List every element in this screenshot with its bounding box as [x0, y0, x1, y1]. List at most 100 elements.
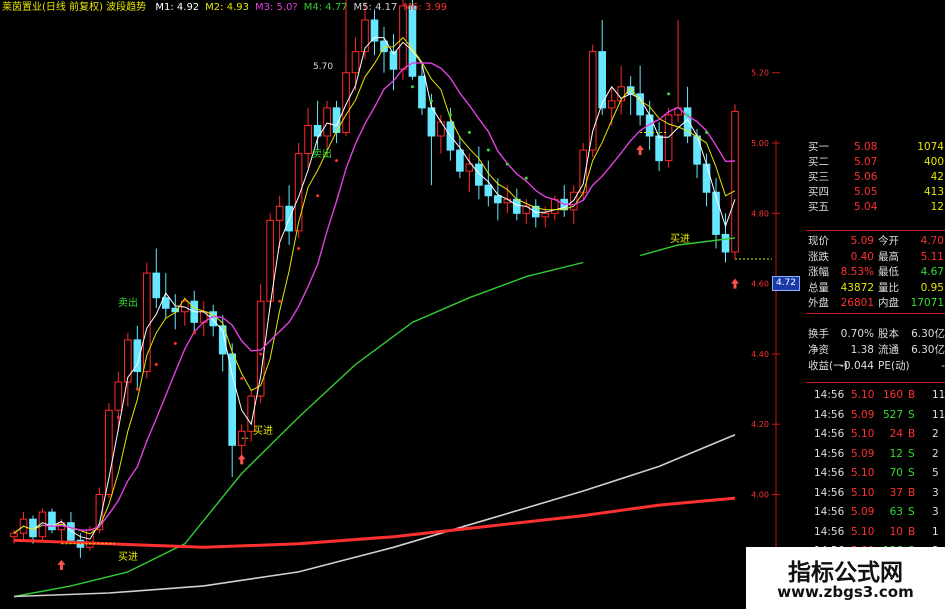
- trend-dot-red: [297, 246, 301, 250]
- buy-arrow-icon: [237, 454, 246, 465]
- tick-volume: 527: [882, 408, 903, 421]
- chart-header: 莱茵置业(日线 前复权) 波段趋势 M1: 4.92 M2: 4.93 M3: 5.…: [2, 1, 459, 15]
- watermark: 指标公式网 www.zbgs3.com: [746, 547, 945, 609]
- candle-down: [380, 40, 388, 53]
- quote-value: 17071: [910, 297, 944, 309]
- quote-label: 量比: [878, 281, 899, 294]
- ma-line-m1: [13, 37, 736, 540]
- candle-up: [351, 51, 360, 74]
- candle-down: [427, 107, 436, 137]
- stat-label: 流通: [878, 344, 899, 356]
- candle-up: [275, 205, 284, 221]
- quote-value: 5.11: [920, 250, 944, 263]
- quote-label: 最高: [878, 250, 899, 263]
- quote-value: 8.53%: [840, 266, 874, 278]
- order-book-label: 买五: [808, 201, 829, 213]
- tick-side: B: [908, 428, 916, 440]
- candle-down: [475, 163, 483, 186]
- candle-down: [408, 5, 417, 77]
- sell-label-1: 卖出: [118, 298, 138, 309]
- stock-title: 莱茵置业(日线 前复权) 波段趋势: [2, 2, 147, 13]
- watermark-title: 指标公式网: [788, 560, 903, 586]
- ma-line-m2: [13, 36, 736, 535]
- trend-dot-green: [467, 130, 471, 134]
- tick-count: 1: [932, 525, 939, 538]
- trend-dot-red: [316, 194, 320, 198]
- tick-volume: 160: [882, 389, 903, 401]
- stat-value: -0.044: [840, 360, 874, 372]
- candle-up: [731, 110, 739, 253]
- candle-up: [342, 72, 350, 133]
- tick-time: 14:56: [814, 389, 845, 401]
- tick-side: B: [908, 486, 916, 499]
- tick-time: 14:56: [814, 486, 845, 499]
- candle-up: [10, 532, 18, 538]
- tick-count: 11: [932, 408, 945, 421]
- quote-label: 今开: [878, 235, 899, 247]
- trend-dot-red: [116, 415, 120, 419]
- tick-time: 14:56: [814, 408, 845, 421]
- quote-value: 0.95: [920, 281, 944, 294]
- trend-dot-green: [705, 130, 709, 134]
- panel-divider: [806, 313, 945, 314]
- quote-value: 26801: [840, 297, 874, 309]
- order-book-label: 买二: [808, 156, 829, 168]
- candle-up: [323, 107, 331, 137]
- order-book-label: 买四: [808, 186, 829, 198]
- order-book-label: 买一: [808, 141, 829, 153]
- quote-value: 43872: [840, 281, 874, 294]
- trend-dot-red: [278, 299, 282, 303]
- candle-down: [494, 195, 502, 204]
- buy-label-3: 买进: [118, 552, 138, 563]
- trend-dot-green: [486, 148, 490, 152]
- order-book-price: 5.04: [854, 201, 878, 213]
- ma-legend: M1: 4.92 M2: 4.93 M3: 5.0? M4: 4.77 M5: 4.17…: [155, 2, 453, 13]
- price-tick-label: 4.80: [751, 209, 769, 218]
- quote-value: 5.09: [850, 235, 874, 247]
- tick-count: 5: [932, 467, 939, 479]
- tick-volume: 24: [889, 428, 903, 440]
- trend-dot-green: [686, 113, 690, 117]
- candle-up: [114, 381, 123, 411]
- price-tick-label: 4.20: [751, 420, 769, 429]
- trend-dot-red: [259, 352, 263, 356]
- sell-label-2: 卖出: [312, 149, 332, 160]
- tick-count: 11: [932, 389, 945, 401]
- ma-legend-item: M1: 4.92: [155, 2, 200, 13]
- stat-value: 6.30亿: [911, 328, 945, 340]
- buy-arrow-icon: [57, 559, 66, 570]
- stat-value: 1.38: [850, 344, 874, 356]
- tick-volume: 37: [889, 486, 903, 499]
- tick-side: S: [908, 467, 915, 479]
- tick-volume: 10: [889, 525, 903, 538]
- ma-legend-item: M3: 5.0?: [254, 2, 298, 13]
- price-tick-label: 5.20: [751, 69, 769, 78]
- order-book-price: 5.05: [854, 186, 878, 198]
- order-book-volume: 400: [923, 156, 944, 168]
- tick-side: B: [908, 525, 916, 538]
- buy-arrow-icon: [731, 278, 739, 289]
- order-book-label: 买三: [808, 171, 829, 183]
- ma-legend-item: M4: 4.77: [303, 2, 348, 13]
- stat-label: PE(动): [878, 360, 910, 372]
- order-book-volume: 1074: [917, 141, 944, 153]
- candle-down: [721, 233, 730, 253]
- tick-side: S: [908, 447, 915, 460]
- tick-time: 14:56: [814, 447, 845, 460]
- tick-time: 14:56: [814, 428, 845, 440]
- trend-dot-red: [154, 362, 158, 366]
- stat-value: 0.70%: [840, 328, 874, 340]
- quote-panel: 买一 5.08 1074 买二 5.07 400 买三 5.06 42 买四 5.05 413 买五 5.…: [776, 0, 945, 609]
- tick-volume: 70: [889, 467, 903, 479]
- quote-label: 最低: [878, 266, 899, 278]
- tick-side: S: [908, 408, 915, 421]
- tick-volume: 63: [889, 506, 903, 518]
- watermark-url: www.zbgs3.com: [777, 583, 914, 601]
- trend-dot-red: [240, 377, 244, 381]
- candle-up: [541, 212, 550, 218]
- trend-dot-red: [135, 387, 139, 391]
- quote-value: 4.67: [920, 266, 944, 278]
- tick-time: 14:56: [814, 506, 845, 518]
- tick-time: 14:56: [814, 467, 845, 479]
- order-book-price: 5.07: [854, 156, 878, 168]
